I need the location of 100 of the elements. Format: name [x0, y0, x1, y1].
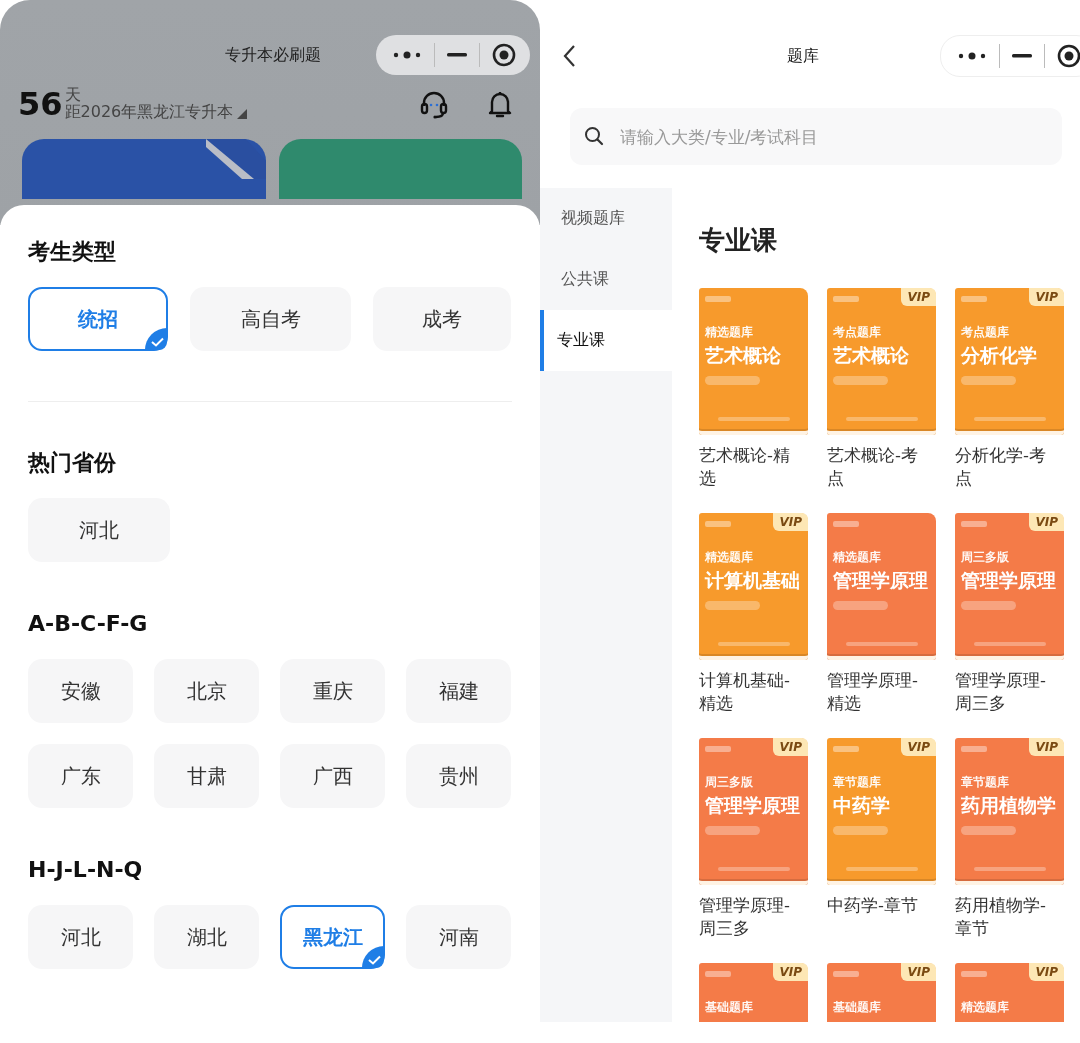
logo-mark [961, 971, 987, 977]
vip-badge: VIP [1029, 513, 1064, 531]
book-cover[interactable]: VIP 基础题库 [699, 963, 808, 1022]
logo-mark [833, 296, 859, 302]
countdown-caption[interactable]: 距2026年黑龙江专升本 [64, 104, 234, 121]
logo-mark [833, 746, 859, 752]
sidebar-item[interactable]: 视频题库 [540, 188, 672, 249]
subtitle-pill [961, 826, 1016, 835]
book-caption[interactable]: 管理学原理-周三多 [955, 669, 1055, 715]
logo-mark [961, 521, 987, 527]
book-caption[interactable]: 计算机基础-精选 [699, 669, 799, 715]
logo-mark [961, 746, 987, 752]
logo-mark [705, 521, 731, 527]
subtitle-pill [961, 376, 1016, 385]
book-caption[interactable]: 药用植物学-章节 [955, 894, 1055, 940]
section-title: A-B-C-F-G [28, 610, 148, 638]
option-chip[interactable]: 安徽 [28, 659, 133, 723]
section-title: 热门省份 [28, 449, 116, 477]
book-series: 精选题库 [705, 324, 753, 341]
book-series: 章节题库 [961, 774, 1009, 791]
logo-mark [705, 746, 731, 752]
book-series: 章节题库 [833, 774, 881, 791]
section-title: 考生类型 [28, 238, 116, 266]
subtitle-pill [833, 376, 888, 385]
book-title: 管理学原理 [705, 793, 800, 818]
book-cover[interactable]: VIP 考点题库 艺术概论 [827, 288, 936, 435]
book-caption[interactable]: 艺术概论-考点 [827, 444, 927, 490]
option-chip[interactable]: 贵州 [406, 744, 511, 808]
section-heading: 专业课 [699, 224, 777, 257]
option-chip[interactable]: 成考 [373, 287, 511, 351]
book-caption[interactable]: 管理学原理-精选 [827, 669, 927, 715]
book-cover[interactable]: VIP 周三多版 管理学原理 [955, 513, 1064, 660]
ribbon-icon [205, 139, 266, 179]
subtitle-pill [833, 601, 888, 610]
book-series: 周三多版 [961, 549, 1009, 566]
book-series: 考点题库 [961, 324, 1009, 341]
book-cover[interactable]: VIP 基础题库 [827, 963, 936, 1022]
book-series: 周三多版 [705, 774, 753, 791]
sidebar-item[interactable]: 专业课 [540, 310, 672, 371]
book-title: 分析化学 [961, 343, 1037, 368]
vip-badge: VIP [901, 288, 936, 306]
vip-badge: VIP [773, 513, 808, 531]
section-title: H-J-L-N-Q [28, 856, 143, 884]
days-unit: 天 [64, 87, 81, 104]
book-cover[interactable]: VIP 周三多版 管理学原理 [699, 738, 808, 885]
book-title: 计算机基础 [705, 568, 800, 593]
option-chip[interactable]: 重庆 [280, 659, 385, 723]
vip-badge: VIP [901, 963, 936, 981]
book-caption[interactable]: 管理学原理-周三多 [699, 894, 799, 940]
close-icon[interactable] [1057, 44, 1080, 68]
close-icon[interactable] [492, 43, 516, 67]
option-chip[interactable]: 高自考 [190, 287, 351, 351]
back-icon[interactable] [562, 44, 576, 68]
book-cover[interactable]: VIP 考点题库 分析化学 [955, 288, 1064, 435]
book-title: 艺术概论 [833, 343, 909, 368]
option-chip[interactable]: 黑龙江 [280, 905, 385, 969]
logo-mark [705, 971, 731, 977]
book-title: 中药学 [833, 793, 890, 818]
practice-card[interactable] [22, 139, 266, 199]
subtitle-pill [833, 826, 888, 835]
more-icon[interactable] [957, 51, 987, 61]
dropdown-icon[interactable] [237, 109, 248, 119]
logo-mark [705, 296, 731, 302]
book-cover[interactable]: VIP 精选题库 [955, 963, 1064, 1022]
days-count: 56 [18, 85, 63, 123]
book-cover[interactable]: VIP 章节题库 中药学 [827, 738, 936, 885]
option-chip[interactable]: 河北 [28, 905, 133, 969]
option-chip[interactable]: 福建 [406, 659, 511, 723]
page-title: 专升本必刷题 [224, 44, 322, 66]
book-series: 精选题库 [833, 549, 881, 566]
more-icon[interactable] [392, 50, 422, 60]
subtitle-pill [705, 601, 760, 610]
option-chip[interactable]: 甘肃 [154, 744, 259, 808]
book-caption[interactable]: 分析化学-考点 [955, 444, 1055, 490]
option-chip[interactable]: 北京 [154, 659, 259, 723]
book-series: 基础题库 [705, 999, 753, 1016]
book-caption[interactable]: 艺术概论-精选 [699, 444, 799, 490]
vip-badge: VIP [1029, 738, 1064, 756]
logo-mark [833, 971, 859, 977]
option-chip[interactable]: 河北 [28, 498, 170, 562]
search-field[interactable]: 请输入大类/专业/考试科目 [570, 108, 1062, 165]
minimize-icon[interactable] [1012, 54, 1032, 58]
logo-mark [961, 296, 987, 302]
capsule-menu[interactable] [940, 35, 1080, 77]
option-chip[interactable]: 河南 [406, 905, 511, 969]
book-title: 管理学原理 [833, 568, 928, 593]
book-cover[interactable]: VIP 精选题库 计算机基础 [699, 513, 808, 660]
option-chip[interactable]: 广西 [280, 744, 385, 808]
option-chip[interactable]: 湖北 [154, 905, 259, 969]
book-title: 艺术概论 [705, 343, 781, 368]
book-title: 管理学原理 [961, 568, 1056, 593]
book-caption[interactable]: 中药学-章节 [827, 894, 927, 917]
option-chip[interactable]: 统招 [28, 287, 168, 351]
minimize-icon[interactable] [447, 53, 467, 57]
checkmark-icon [362, 946, 384, 968]
book-cover[interactable]: VIP 章节题库 药用植物学 [955, 738, 1064, 885]
option-chip[interactable]: 广东 [28, 744, 133, 808]
sidebar-item[interactable]: 公共课 [540, 249, 672, 310]
book-series: 考点题库 [833, 324, 881, 341]
capsule-menu[interactable] [376, 35, 530, 75]
